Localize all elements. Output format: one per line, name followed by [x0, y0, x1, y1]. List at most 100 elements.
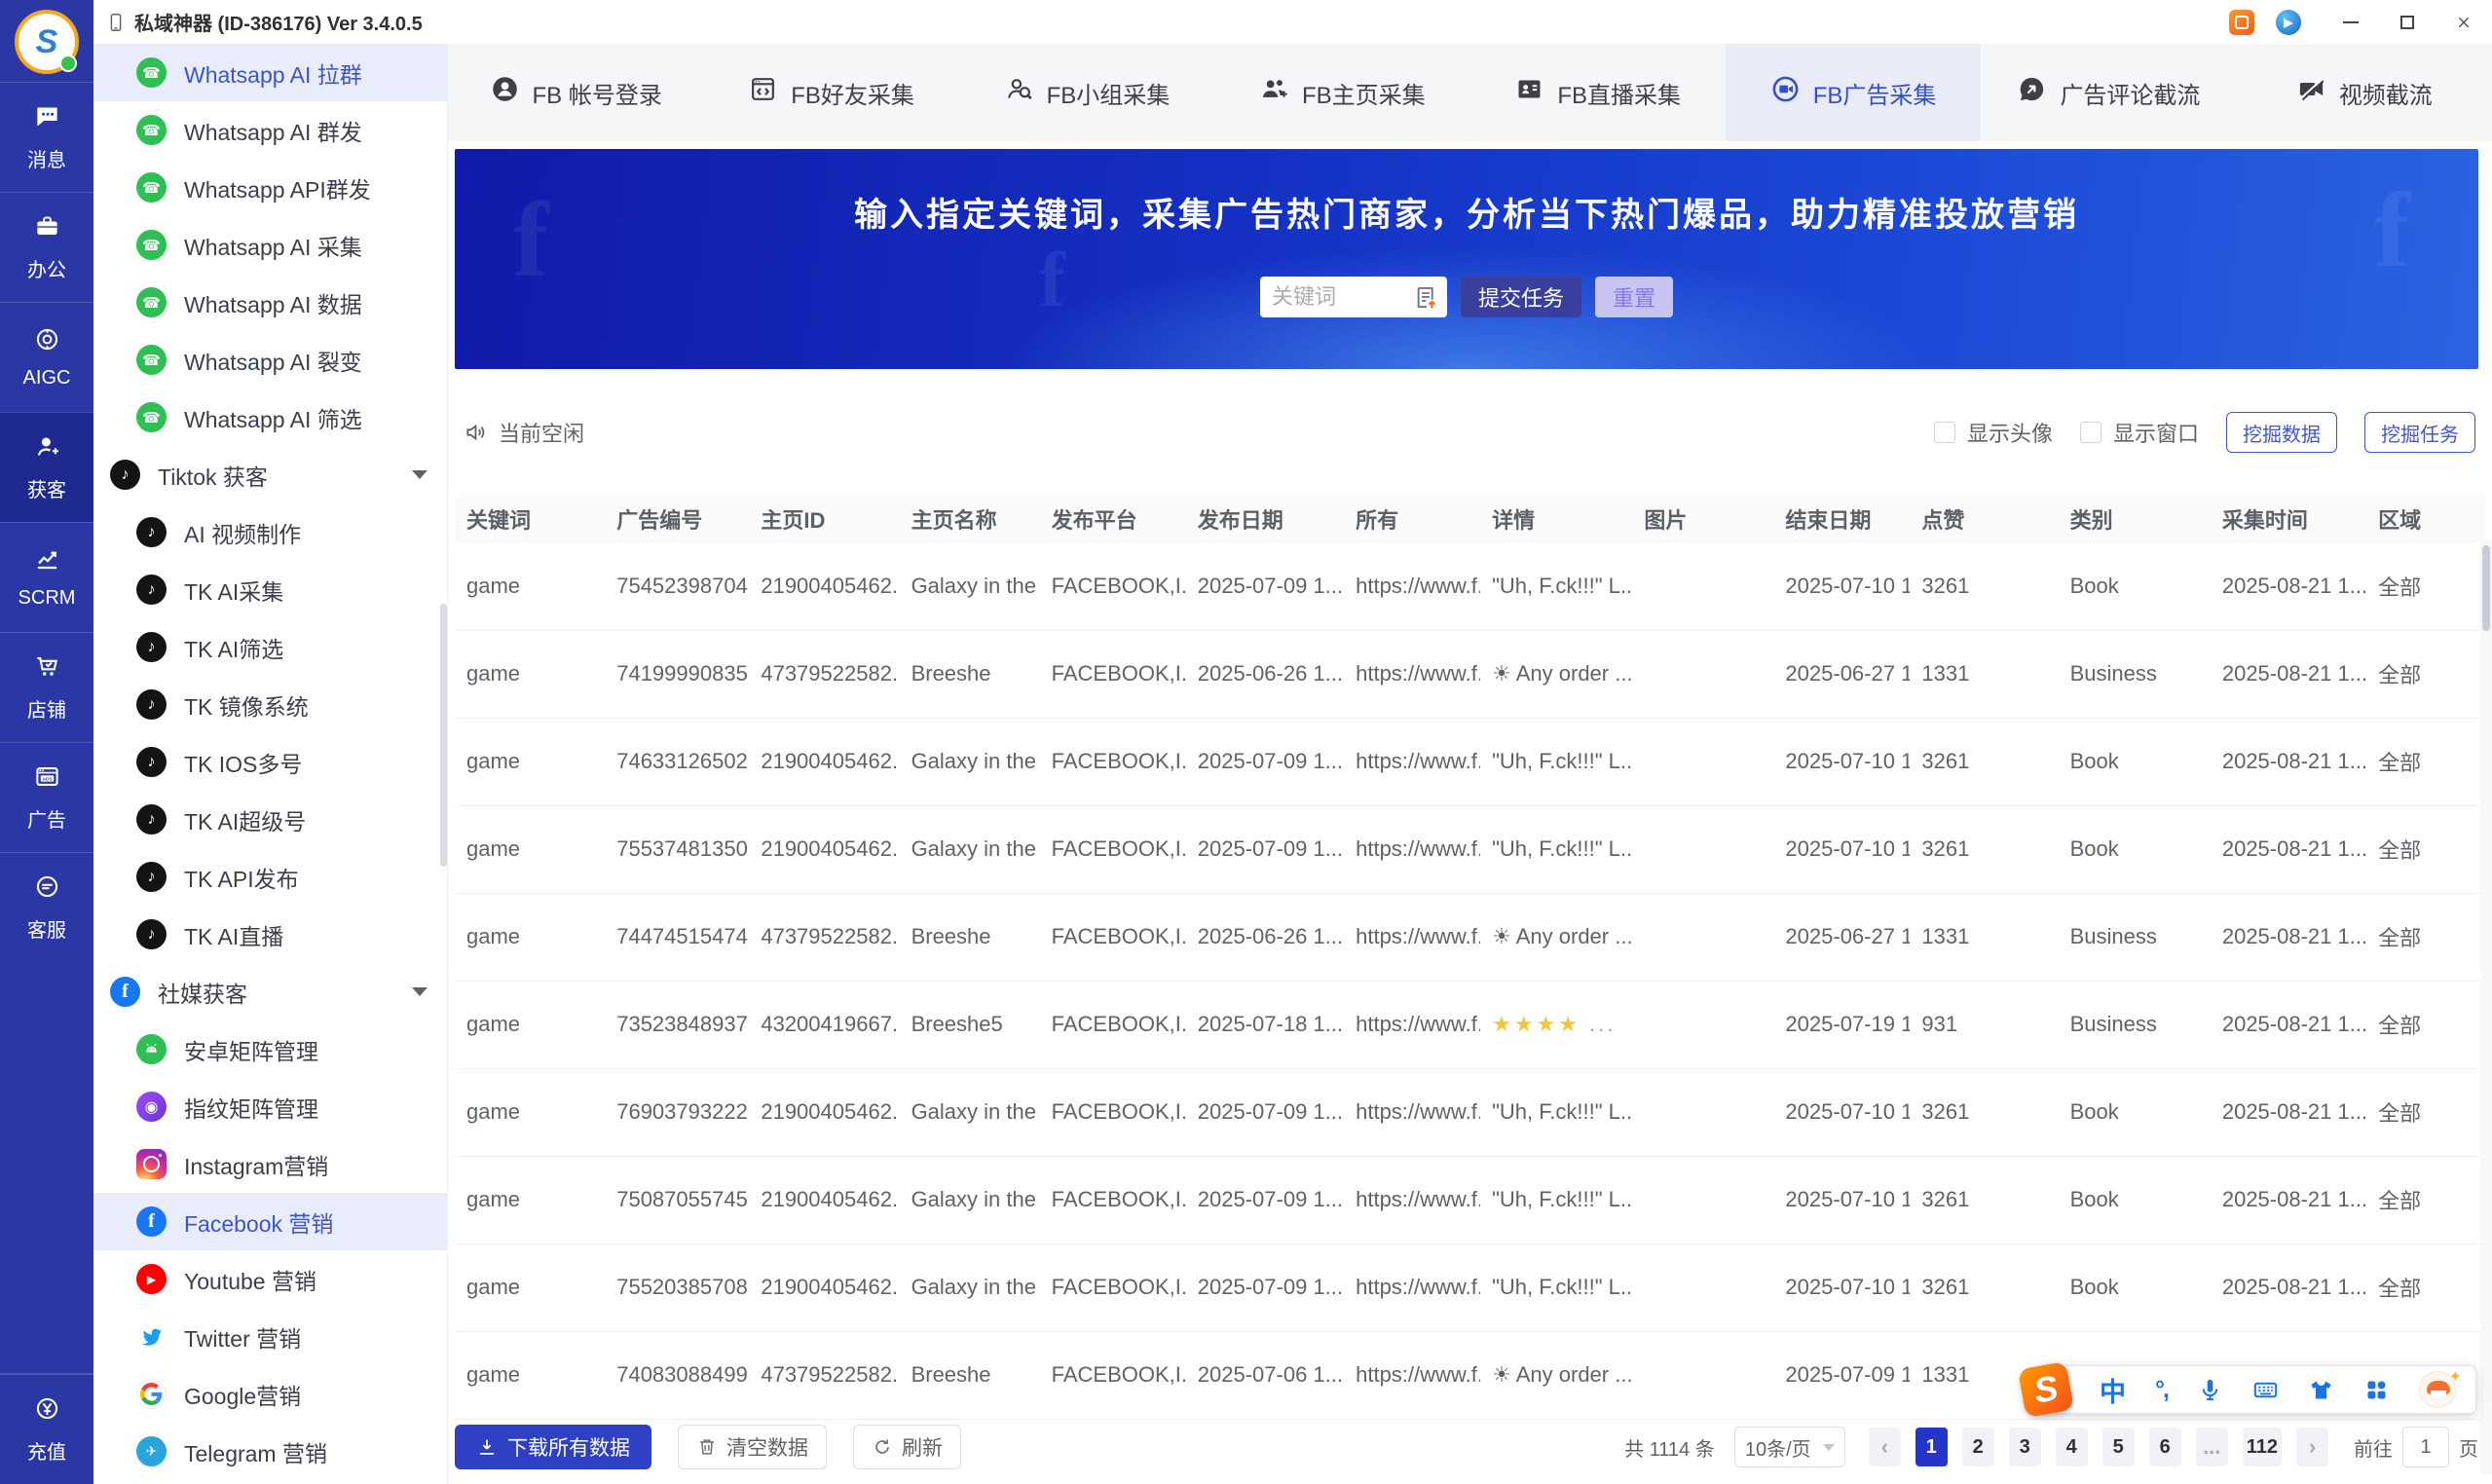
sidebar-item-whatsapp-ai-裂变[interactable]: ☎ Whatsapp AI 裂变	[93, 331, 447, 389]
ime-toolbox-icon[interactable]	[2363, 1377, 2390, 1403]
rail-item-message[interactable]: 消息	[0, 82, 93, 192]
page-button-1[interactable]: 1	[1915, 1428, 1948, 1466]
sidebar-item-tk-ai采集[interactable]: ♪ TK AI采集	[93, 561, 447, 618]
sidebar-item-tk-ai筛选[interactable]: ♪ TK AI筛选	[93, 618, 447, 676]
page-button-112[interactable]: 112	[2242, 1428, 2282, 1466]
sidebar-item-twitter-营销[interactable]: Twitter 营销	[93, 1308, 447, 1365]
sidebar-item-安卓矩阵管理[interactable]: 安卓矩阵管理	[93, 1020, 447, 1078]
tab-fb好友采集[interactable]: FB好友采集	[703, 44, 958, 141]
table-row[interactable]: game75520385708...21900405462...Galaxy i…	[455, 1243, 2485, 1332]
sidebar-item-instagram营销[interactable]: Instagram营销	[93, 1135, 447, 1193]
sidebar-item-whatsapp-ai-数据[interactable]: ☎ Whatsapp AI 数据	[93, 274, 447, 331]
table-row[interactable]: game76903793222...21900405462...Galaxy i…	[455, 1068, 2485, 1157]
rail-item-service[interactable]: 客服	[0, 852, 93, 962]
page-button-5[interactable]: 5	[2101, 1428, 2135, 1466]
table-scrollbar-track[interactable]	[2480, 540, 2492, 1474]
ime-skin-icon[interactable]	[2308, 1377, 2334, 1403]
checkbox-box[interactable]	[1933, 422, 1955, 443]
download-all-button[interactable]: 下载所有数据	[455, 1425, 651, 1469]
table-row[interactable]: game75537481350...21900405462...Galaxy i…	[455, 805, 2485, 894]
rail-item-shop[interactable]: 店铺	[0, 632, 93, 742]
more-pages-button[interactable]: ...	[2195, 1428, 2228, 1466]
close-button[interactable]	[2436, 0, 2492, 44]
tab-fb广告采集[interactable]: FB广告采集	[1725, 44, 1982, 141]
rail-item-customer[interactable]: 获客	[0, 412, 93, 522]
ime-keyboard-icon[interactable]	[2252, 1377, 2279, 1403]
cell: Galaxy in the ...	[899, 542, 1040, 631]
sidebar-item-tk-ai直播[interactable]: ♪ TK AI直播	[93, 906, 447, 963]
tab-fb主页采集[interactable]: FB主页采集	[1214, 44, 1469, 141]
sidebar-item-whatsapp-ai-筛选[interactable]: ☎ Whatsapp AI 筛选	[93, 389, 447, 446]
sidebar-item-facebook-营销[interactable]: f Facebook 营销	[93, 1193, 447, 1250]
rail-item-office[interactable]: 办公	[0, 192, 93, 302]
table-scrollbar-thumb[interactable]	[2482, 545, 2490, 631]
tiktok-icon: ♪	[136, 862, 167, 892]
ime-chinese-mode-icon[interactable]: 中	[2100, 1371, 2126, 1409]
page-button-2[interactable]: 2	[1961, 1428, 1994, 1466]
ime-punctuation-icon[interactable]: °,	[2155, 1376, 2170, 1404]
cell: Galaxy in the ...	[899, 1068, 1040, 1157]
sidebar-item-whatsapp-ai-采集[interactable]: ☎ Whatsapp AI 采集	[93, 216, 447, 274]
checkbox-box[interactable]	[2079, 422, 2101, 443]
refresh-button[interactable]: 刷新	[853, 1425, 961, 1469]
sidebar-item-youtube-营销[interactable]: ▶ Youtube 营销	[93, 1250, 447, 1308]
chevron-down-icon	[1822, 1443, 1835, 1451]
tab-fb小组采集[interactable]: FB小组采集	[959, 44, 1214, 141]
sidebar-scrollbar-thumb[interactable]	[440, 604, 447, 867]
rail-item-aigc[interactable]: AIGC	[0, 302, 93, 412]
reset-button[interactable]: 重置	[1595, 277, 1674, 317]
tray-icon-blue[interactable]	[2276, 9, 2301, 35]
table-row[interactable]: game74633126502...21900405462...Galaxy i…	[455, 718, 2485, 806]
ime-mic-icon[interactable]	[2197, 1377, 2223, 1403]
submit-task-button[interactable]: 提交任务	[1460, 277, 1581, 317]
sidebar-item-telegram-营销[interactable]: ✈ Telegram 营销	[93, 1423, 447, 1480]
clear-data-button[interactable]: 清空数据	[678, 1425, 827, 1469]
import-keywords-icon[interactable]	[1413, 284, 1439, 311]
show-window-checkbox[interactable]: 显示窗口	[2079, 417, 2199, 448]
page-size-select[interactable]: 10条/页	[1733, 1427, 1845, 1467]
tab-广告评论截流[interactable]: 广告评论截流	[1981, 44, 2236, 141]
sidebar-item-tk-ai超级号[interactable]: ♪ TK AI超级号	[93, 791, 447, 848]
goto-page-input[interactable]	[2402, 1427, 2449, 1467]
table-row[interactable]: game74474515474...47379522582...BreesheF…	[455, 893, 2485, 982]
office-icon	[34, 213, 60, 245]
sidebar-item-指纹矩阵管理[interactable]: ◉ 指纹矩阵管理	[93, 1078, 447, 1135]
sidebar-item-ai-视频制作[interactable]: ♪ AI 视频制作	[93, 503, 447, 561]
mine-task-button[interactable]: 挖掘任务	[2364, 412, 2475, 453]
sidebar-item-whatsapp-api群发[interactable]: ☎ Whatsapp API群发	[93, 159, 447, 216]
sidebar-item-google营销[interactable]: Google营销	[93, 1365, 447, 1423]
sidebar-item-tiktok-获客[interactable]: ♪ Tiktok 获客	[93, 446, 447, 503]
table-row[interactable]: game74199990835...47379522582...BreesheF…	[455, 630, 2485, 719]
table-row[interactable]: game75452398704...21900405462...Galaxy i…	[455, 542, 2485, 631]
collapse-arrow-icon[interactable]	[412, 987, 428, 996]
minimize-button[interactable]	[2323, 0, 2379, 44]
sidebar-item-whatsapp-ai-拉群[interactable]: ☎ Whatsapp AI 拉群	[93, 44, 447, 101]
keyword-input[interactable]	[1271, 284, 1398, 310]
tab-fb-帐号登录[interactable]: FB 帐号登录	[448, 44, 703, 141]
sidebar-item-whatsapp-ai-群发[interactable]: ☎ Whatsapp AI 群发	[93, 101, 447, 159]
cell: 2025-07-18 1...	[1185, 981, 1345, 1069]
prev-page-button[interactable]: ‹	[1868, 1428, 1901, 1466]
maximize-button[interactable]	[2379, 0, 2436, 44]
sogou-logo-icon[interactable]: S	[2018, 1361, 2075, 1418]
next-page-button[interactable]: ›	[2296, 1428, 2328, 1466]
tab-视频截流[interactable]: 视频截流	[2237, 44, 2492, 141]
mine-data-button[interactable]: 挖掘数据	[2226, 412, 2337, 453]
sidebar-item-tk-api发布[interactable]: ♪ TK API发布	[93, 848, 447, 906]
ime-assistant-icon[interactable]: ✦	[2419, 1369, 2462, 1408]
sidebar-item-tk-ios多号[interactable]: ♪ TK IOS多号	[93, 733, 447, 791]
page-button-3[interactable]: 3	[2008, 1428, 2041, 1466]
tray-icon-orange[interactable]	[2229, 9, 2254, 35]
table-row[interactable]: game75087055745...21900405462...Galaxy i…	[455, 1156, 2485, 1244]
collapse-arrow-icon[interactable]	[412, 470, 428, 479]
page-button-4[interactable]: 4	[2055, 1428, 2088, 1466]
sidebar-item-tk-镜像系统[interactable]: ♪ TK 镜像系统	[93, 676, 447, 733]
page-button-6[interactable]: 6	[2148, 1428, 2181, 1466]
tab-fb直播采集[interactable]: FB直播采集	[1470, 44, 1726, 141]
rail-item-recharge[interactable]: 充值	[0, 1374, 93, 1484]
table-row[interactable]: game73523848937...43200419667...Breeshe5…	[455, 981, 2485, 1069]
rail-item-chart[interactable]: SCRM	[0, 522, 93, 632]
rail-item-ads[interactable]: ADS 广告	[0, 742, 93, 852]
sidebar-item-社媒获客[interactable]: f 社媒获客	[93, 963, 447, 1020]
show-avatar-checkbox[interactable]: 显示头像	[1933, 417, 2053, 448]
